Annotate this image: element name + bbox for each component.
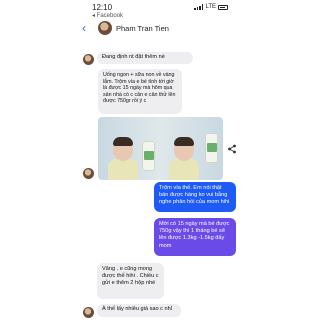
photo-right	[161, 117, 224, 180]
incoming-message: Uống ngon + sữa non về vàng lắm. Trộm ví…	[98, 69, 182, 114]
avatar	[83, 168, 94, 179]
share-icon[interactable]	[227, 144, 237, 154]
status-bar: 12:10 ◂ Facebook LTE	[0, 0, 320, 19]
avatar	[83, 307, 94, 318]
outgoing-message: Mới có 15 ngày mà bé được 750g vậy thì 1…	[154, 218, 236, 256]
shared-photo[interactable]	[98, 117, 223, 180]
back-to-app-link[interactable]: ◂ Facebook	[92, 12, 123, 19]
signal-icon	[194, 4, 204, 10]
contact-name[interactable]: Pham Tran Tien	[116, 24, 169, 33]
status-time: 12:10	[92, 3, 113, 12]
outgoing-message: Trộm vía thế. Em nói thật bán được hàng …	[154, 182, 236, 212]
incoming-message: Vâng . e cũng mong được thế hihi . Chiều…	[97, 263, 164, 299]
network-label: LTE	[205, 4, 216, 10]
incoming-message: Đang định nt đặt thêm nè	[97, 52, 193, 64]
avatar	[83, 54, 94, 65]
status-indicators: LTE	[194, 4, 228, 10]
incoming-message: À thế lấy nhiêu giá sao c nhỉ	[97, 304, 181, 317]
conversation-header: ‹ Pham Tran Tien	[80, 20, 240, 38]
contact-avatar[interactable]	[98, 21, 112, 35]
message-list[interactable]: Đang định nt đặt thêm nè Uống ngon + sữa…	[80, 40, 240, 320]
battery-icon	[218, 4, 228, 10]
photo-left	[98, 117, 161, 180]
back-chevron-icon[interactable]: ‹	[82, 21, 86, 35]
